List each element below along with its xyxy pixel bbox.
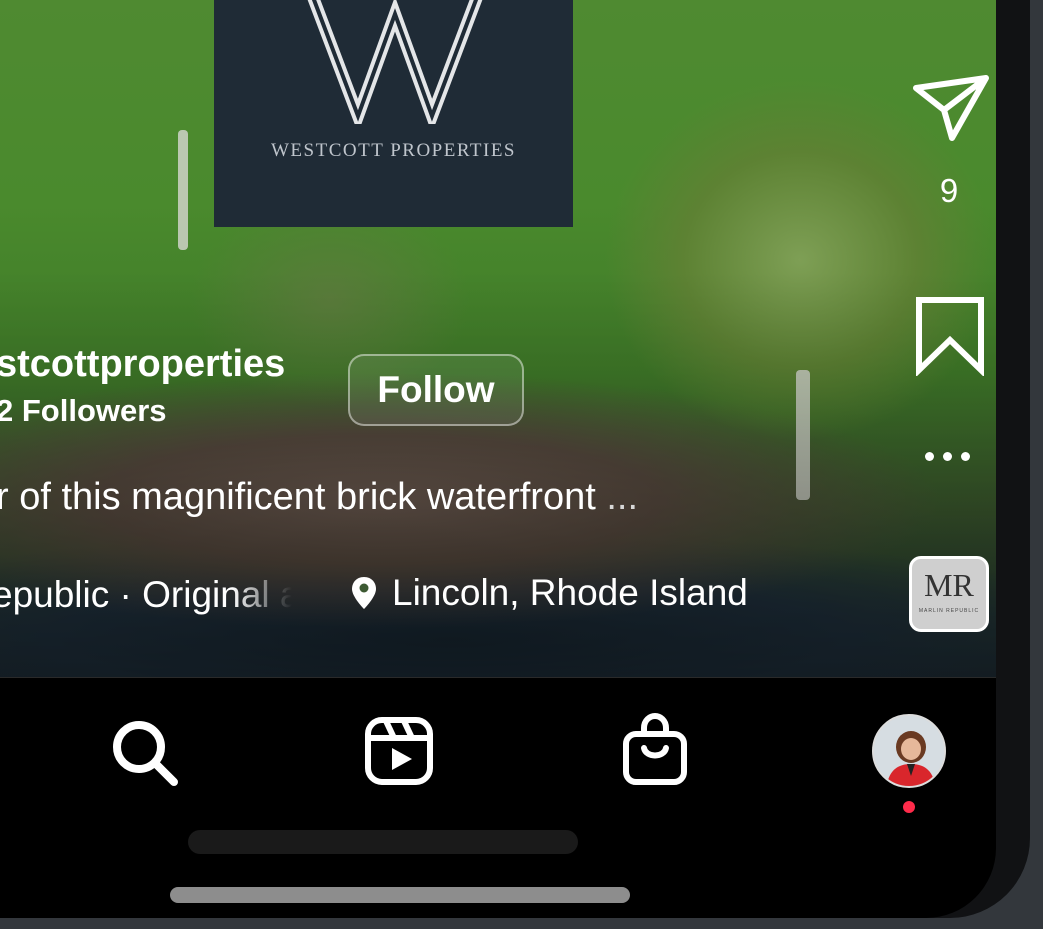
profile-photo [874, 716, 944, 786]
location-tag[interactable]: Lincoln, Rhode Island [350, 572, 748, 614]
audio-thumbnail[interactable]: MR MARLIN REPUBLIC [909, 556, 989, 632]
nav-divider [0, 677, 996, 678]
location-pin-icon [352, 577, 376, 609]
birch-trunk [178, 130, 188, 250]
dot [961, 452, 970, 461]
shop-icon[interactable] [620, 712, 690, 786]
birch-trunk [796, 370, 810, 500]
audio-thumb-subtext: MARLIN REPUBLIC [918, 608, 980, 614]
profile-notification-dot [903, 801, 915, 813]
reel-caption[interactable]: r of this magnificent brick waterfront .… [0, 476, 638, 519]
account-name[interactable]: stcottproperties [0, 343, 285, 386]
dot [943, 452, 952, 461]
phone-screen: WESTCOTT PROPERTIES stcottproperties 2 F… [0, 0, 996, 918]
bookmark-icon[interactable] [914, 296, 986, 376]
brand-logo-card: WESTCOTT PROPERTIES [214, 0, 573, 227]
follow-button[interactable]: Follow [348, 354, 524, 426]
reels-icon[interactable] [364, 716, 434, 786]
audio-attribution[interactable]: epublic · Original audio [0, 574, 292, 616]
caption-more[interactable]: ... [596, 476, 638, 518]
home-indicator[interactable] [170, 887, 630, 903]
caption-text: r of this magnificent brick waterfront [0, 476, 596, 518]
westcott-w-logo-icon [307, 0, 483, 124]
location-text: Lincoln, Rhode Island [392, 572, 748, 613]
share-count: 9 [939, 172, 959, 209]
share-icon[interactable] [912, 72, 990, 144]
dot [925, 452, 934, 461]
nav-bar-pill [188, 830, 578, 854]
audio-thumb-logo: MR [924, 567, 974, 603]
search-icon[interactable] [108, 716, 182, 790]
profile-avatar[interactable] [872, 714, 946, 788]
more-options-icon[interactable] [925, 452, 970, 461]
follower-count: 2 Followers [0, 393, 167, 428]
brand-card-text: WESTCOTT PROPERTIES [271, 140, 516, 161]
